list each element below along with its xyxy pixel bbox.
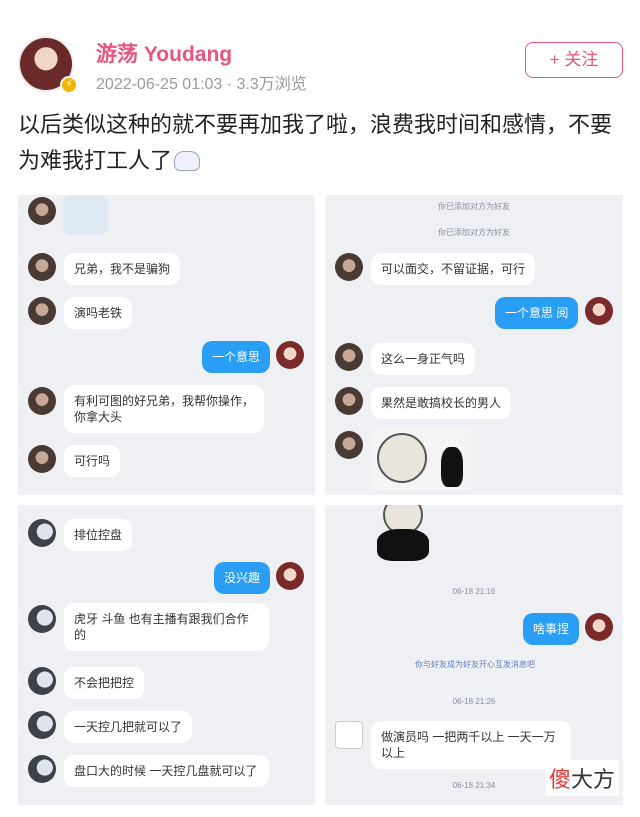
post-meta: 2022-06-25 01:03 · 3.3万浏览 (96, 76, 307, 93)
post-header: ⚡ 游荡 Youdang 2022-06-25 01:03 · 3.3万浏览 +… (0, 0, 640, 110)
timestamp: 06-18 21:16 (452, 587, 496, 596)
avatar (28, 253, 56, 281)
chat-bubble-sent: 啥事捏 (523, 613, 580, 645)
chat-screenshot-2: 你已添加对方为好友 你已添加对方为好友 可以面交，不留证据，可行 一个意思 阅 … (325, 195, 623, 495)
avatar (28, 605, 56, 633)
post-text: 以后类似这种的就不要再加我了啦，浪费我时间和感情，不要为难我打工人了 (18, 107, 623, 179)
system-message: 你已添加对方为好友 (438, 228, 510, 237)
chat-bubble: 排位控盘 (64, 519, 133, 551)
chat-bubble: 不会把把控 (64, 667, 145, 699)
system-link-message[interactable]: 你与好友成为好友开心互发消息吧 (335, 659, 615, 670)
chat-bubble: 果然是敢搞校长的男人 (371, 387, 512, 419)
chat-bubble: 一天控几把就可以了 (64, 711, 193, 743)
chat-bubble: 这么一身正气吗 (371, 343, 476, 375)
chat-bubble: 做演员吗 一把两千以上 一天一万以上 (371, 721, 571, 769)
avatar (28, 197, 56, 225)
avatar (585, 613, 613, 641)
avatar (28, 297, 56, 325)
chat-bubble: 可以面交，不留证据，可行 (371, 253, 536, 285)
watermark-logo: 傻大方 (545, 760, 620, 796)
system-message: 你已添加对方为好友 (438, 202, 510, 211)
chat-bubble-sent: 一个意思 阅 (495, 297, 579, 329)
avatar (28, 387, 56, 415)
avatar (28, 755, 56, 783)
chat-bubble: 有利可图的好兄弟，我帮你操作，你拿大头 (64, 385, 264, 433)
panda-sticker-image (365, 505, 445, 565)
username[interactable]: 游荡 Youdang (96, 38, 232, 68)
cat-emoji-icon (174, 151, 201, 171)
chat-bubble: 可行吗 (64, 445, 121, 477)
chat-screenshot-3: 排位控盘 没兴趣 虎牙 斗鱼 也有主播有跟我们合作的 不会把把控 一天控几把就可… (18, 505, 315, 805)
sticker-image (63, 195, 108, 235)
chat-screenshot-1: 兄弟，我不是骗狗 演吗老铁 一个意思 有利可图的好兄弟，我帮你操作，你拿大头 可… (18, 195, 315, 495)
avatar (28, 445, 56, 473)
avatar (335, 343, 363, 371)
avatar (28, 667, 56, 695)
chat-bubble: 兄弟，我不是骗狗 (64, 253, 181, 285)
avatar (28, 711, 56, 739)
avatar (28, 519, 56, 547)
chat-bubble: 演吗老铁 (64, 297, 133, 329)
avatar (335, 387, 363, 415)
verified-badge-icon: ⚡ (60, 76, 78, 94)
post-body: 以后类似这种的就不要再加我了啦，浪费我时间和感情，不要为难我打工人了 (18, 112, 613, 173)
chat-bubble-sent: 一个意思 (202, 341, 271, 373)
chat-bubble: 虎牙 斗鱼 也有主播有跟我们合作的 (64, 603, 269, 651)
avatar (335, 253, 363, 281)
avatar (335, 431, 363, 459)
avatar (276, 562, 304, 590)
avatar (585, 297, 613, 325)
follow-button[interactable]: + 关注 (525, 42, 623, 78)
avatar (276, 341, 304, 369)
avatar (335, 721, 363, 749)
panda-sticker-image (371, 427, 471, 491)
timestamp: 06-18 21:26 (452, 697, 496, 706)
chat-bubble-sent: 没兴趣 (214, 562, 271, 594)
chat-bubble: 盘口大的时候 一天控几盘就可以了 (64, 755, 269, 787)
